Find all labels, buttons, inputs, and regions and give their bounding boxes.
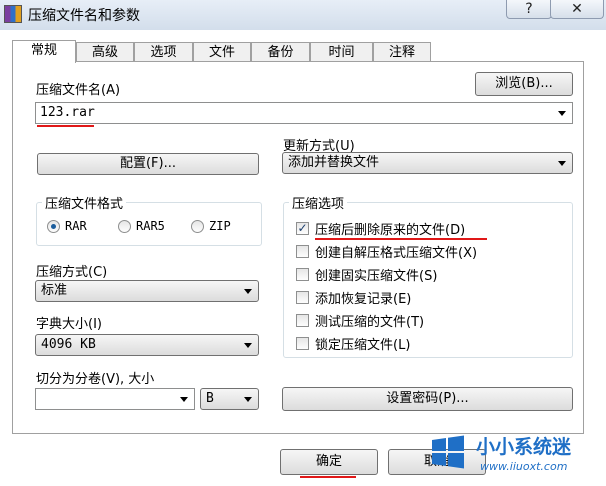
archive-name-value: 123.rar [40, 105, 95, 120]
watermark-url: www.iiuoxt.com [480, 460, 568, 473]
split-volumes-input[interactable] [35, 388, 195, 410]
option-lock-archive[interactable]: 锁定压缩文件(L) [296, 334, 410, 353]
split-unit-value: B [206, 391, 214, 406]
tab-time[interactable]: 时间 [310, 42, 373, 62]
tab-files[interactable]: 文件 [193, 42, 251, 62]
split-unit-select[interactable]: B [200, 388, 259, 410]
radio-selected-icon [47, 219, 60, 233]
chevron-down-icon[interactable] [244, 343, 252, 348]
checkbox-icon [296, 337, 309, 350]
archive-name-label: 压缩文件名(A) [36, 83, 121, 98]
option-create-sfx[interactable]: 创建自解压格式压缩文件(X) [296, 242, 477, 261]
chevron-down-icon[interactable] [558, 161, 566, 166]
option-recovery-record[interactable]: 添加恢复记录(E) [296, 288, 411, 307]
dictionary-size-value: 4096 KB [41, 337, 96, 352]
format-radio-zip[interactable]: ZIP [191, 219, 231, 233]
checkbox-icon [296, 291, 309, 304]
checkbox-checked-icon: ✓ [296, 221, 309, 235]
profiles-button[interactable]: 配置(F)... [37, 153, 259, 175]
radio-icon [191, 219, 204, 233]
option-create-solid[interactable]: 创建固实压缩文件(S) [296, 265, 437, 284]
general-tab-panel: 压缩文件名(A) 浏览(B)... 123.rar 更新方式(U) 配置(F).… [12, 61, 584, 434]
annotation-underline-option [315, 238, 487, 240]
compression-method-value: 标准 [41, 283, 68, 298]
update-mode-select[interactable]: 添加并替换文件 [282, 152, 573, 174]
archive-name-input[interactable]: 123.rar [35, 102, 573, 124]
chevron-down-icon[interactable] [180, 397, 188, 402]
set-password-button[interactable]: 设置密码(P)... [282, 387, 573, 411]
tab-general[interactable]: 常规 [12, 40, 76, 63]
option-test-archived[interactable]: 测试压缩的文件(T) [296, 311, 424, 330]
split-volumes-label: 切分为分卷(V), 大小 [36, 372, 155, 387]
watermark-brand: 小小系统迷 [476, 436, 572, 458]
chevron-down-icon[interactable] [558, 111, 566, 116]
close-button[interactable]: ✕ [550, 0, 604, 19]
radio-icon [118, 219, 131, 233]
format-radio-rar5[interactable]: RAR5 [118, 219, 165, 233]
format-radio-rar[interactable]: RAR [47, 219, 87, 233]
checkbox-icon [296, 268, 309, 281]
archive-format-title: 压缩文件格式 [42, 193, 127, 212]
archiving-options-title: 压缩选项 [289, 193, 348, 212]
dictionary-size-label: 字典大小(I) [36, 317, 102, 332]
winrar-app-icon [4, 5, 22, 23]
checkbox-icon [296, 245, 309, 258]
window-title: 压缩文件名和参数 [28, 8, 140, 24]
browse-button[interactable]: 浏览(B)... [475, 72, 573, 96]
ok-button[interactable]: 确定 [280, 449, 378, 475]
windows-logo-icon [432, 435, 464, 469]
update-mode-value: 添加并替换文件 [288, 155, 380, 170]
help-button[interactable]: ? [506, 0, 552, 19]
tab-backup[interactable]: 备份 [251, 42, 310, 62]
annotation-underline-ok [300, 476, 356, 478]
title-bar: 压缩文件名和参数 ? ✕ [0, 0, 606, 30]
tab-options[interactable]: 选项 [134, 42, 193, 62]
compression-method-select[interactable]: 标准 [35, 280, 259, 302]
chevron-down-icon[interactable] [244, 289, 252, 294]
tab-advanced[interactable]: 高级 [76, 42, 134, 62]
compression-method-label: 压缩方式(C) [36, 265, 108, 280]
dictionary-size-select[interactable]: 4096 KB [35, 334, 259, 356]
option-delete-after-archiving[interactable]: ✓ 压缩后删除原来的文件(D) [296, 219, 465, 238]
checkbox-icon [296, 314, 309, 327]
watermark: 小小系统迷 www.iiuoxt.com [418, 418, 606, 486]
chevron-down-icon[interactable] [244, 397, 252, 402]
tab-comment[interactable]: 注释 [373, 42, 431, 62]
annotation-underline-filename [37, 125, 94, 127]
